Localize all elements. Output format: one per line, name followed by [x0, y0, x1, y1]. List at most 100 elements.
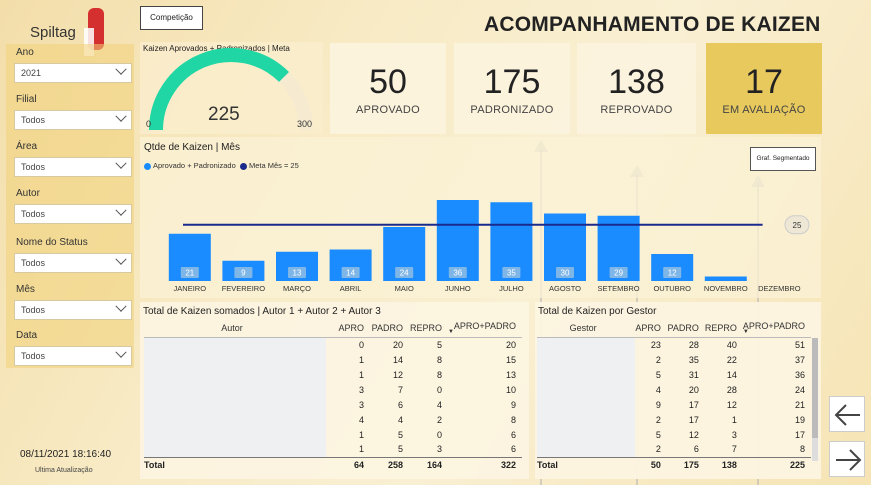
value-cell: 9 — [510, 399, 516, 410]
data-label: 29 — [614, 269, 623, 278]
table-row[interactable]: 2 6 7 8 — [537, 442, 811, 457]
value-cell: 22 — [726, 354, 737, 365]
table-row[interactable]: 5 31 14 36 — [537, 367, 811, 382]
filter-ano-select[interactable]: 2021 — [14, 63, 132, 83]
col-header[interactable]: PADRO — [370, 320, 409, 338]
value-cell: 20 — [688, 384, 699, 395]
filter-mes-select[interactable]: Todos — [14, 300, 132, 320]
col-header[interactable]: Gestor — [537, 320, 636, 338]
filter-area: Área Todos — [6, 138, 134, 184]
filter-data-select[interactable]: Todos — [14, 346, 132, 366]
table-row[interactable]: 4 4 2 8 — [144, 412, 522, 427]
table-title: Total de Kaizen por Gestor — [538, 306, 657, 317]
table-row[interactable]: 3 7 0 10 — [144, 382, 522, 397]
kpi-padronizado: 175 PADRONIZADO — [454, 43, 570, 134]
table-row[interactable]: 5 12 3 17 — [537, 427, 811, 442]
chevron-down-icon — [115, 204, 127, 216]
value-cell: 6 — [397, 399, 403, 410]
name-cell — [144, 352, 326, 367]
filter-value: 2021 — [21, 68, 42, 78]
kpi-label: PADRONIZADO — [470, 104, 554, 116]
col-header[interactable]: Autor — [144, 320, 326, 338]
value-cell: 20 — [505, 339, 516, 350]
value-cell: 8 — [436, 354, 442, 365]
filter-value: Todos — [21, 258, 46, 268]
value-cell: 2 — [436, 414, 442, 425]
table-row[interactable]: 4 20 28 24 — [537, 382, 811, 397]
table-row[interactable]: 1506 — [144, 427, 522, 442]
value-cell: 14 — [726, 369, 737, 380]
table-row[interactable]: 2 17 1 19 — [537, 412, 811, 427]
previous-page-button[interactable] — [829, 396, 865, 432]
col-header[interactable]: PADRO — [666, 320, 705, 338]
autor-table-card: Total de Kaizen somados | Autor 1 + Auto… — [140, 302, 529, 479]
table-row[interactable]: 1 12 8 13 — [144, 367, 522, 382]
filter-data: Data Todos — [6, 327, 134, 373]
chart-bar[interactable] — [704, 276, 747, 282]
filter-filial-select[interactable]: Todos — [14, 110, 132, 130]
value-cell: 1 — [731, 414, 737, 425]
col-header[interactable]: APRO — [635, 320, 667, 338]
value-cell: 17 — [688, 399, 699, 410]
scrollbar-thumb[interactable] — [812, 338, 818, 438]
col-header[interactable]: APRO — [326, 320, 370, 338]
value-cell: 6 — [693, 444, 699, 455]
gauge-min: 0 — [146, 119, 152, 129]
table-row[interactable]: 1 14 8 15 — [144, 352, 522, 367]
value-cell: 20 — [392, 339, 403, 350]
filter-autor-select[interactable]: Todos — [14, 204, 132, 224]
gauge-value: 225 — [208, 104, 240, 125]
col-header[interactable]: REPRO — [409, 320, 448, 338]
name-cell — [537, 442, 636, 457]
value-cell: 15 — [505, 354, 516, 365]
filter-value: Todos — [21, 351, 46, 361]
value-cell: 28 — [688, 339, 699, 350]
filter-autor: Autor Todos — [6, 185, 134, 231]
name-cell — [537, 427, 636, 442]
table-row[interactable]: 9 17 12 21 — [537, 397, 811, 412]
filter-area-select[interactable]: Todos — [14, 157, 132, 177]
total-cell: 322 — [448, 456, 522, 473]
table-scrollbar[interactable] — [812, 338, 818, 461]
value-cell: 1 — [358, 354, 364, 365]
table-row[interactable]: 3 6 4 9 — [144, 397, 522, 412]
value-cell: 12 — [726, 399, 737, 410]
name-cell — [537, 382, 636, 397]
value-cell: 36 — [794, 369, 805, 380]
chevron-down-icon — [115, 300, 127, 312]
value-cell: 0 — [436, 429, 442, 440]
value-cell: 5 — [397, 429, 403, 440]
table-row[interactable]: 2 35 22 37 — [537, 352, 811, 367]
name-cell — [144, 427, 326, 442]
value-cell: 3 — [358, 384, 364, 395]
total-label: Total — [537, 456, 636, 473]
filter-label: Ano — [16, 47, 34, 58]
filter-label: Mês — [16, 284, 35, 295]
value-cell: 28 — [726, 384, 737, 395]
table-title: Total de Kaizen somados | Autor 1 + Auto… — [143, 306, 381, 317]
value-cell: 5 — [397, 444, 403, 455]
value-cell: 3 — [436, 444, 442, 455]
x-tick-label: MARÇO — [283, 284, 311, 293]
last-update-timestamp: 08/11/2021 18:16:40 — [20, 449, 112, 460]
col-header-sorted[interactable]: APRO+PADRO — [448, 320, 522, 338]
col-header[interactable]: REPRO — [704, 320, 743, 338]
value-cell: 17 — [794, 429, 805, 440]
data-label: 14 — [346, 269, 355, 278]
name-cell — [537, 412, 636, 427]
data-label: 30 — [561, 269, 570, 278]
next-page-button[interactable] — [829, 441, 865, 477]
filter-value: Todos — [21, 162, 46, 172]
table-row[interactable]: 23 28 40 51 — [537, 337, 811, 352]
col-header-sorted[interactable]: APRO+PADRO — [742, 320, 811, 338]
x-tick-label: MAIO — [395, 284, 414, 293]
filter-status-select[interactable]: Todos — [14, 253, 132, 273]
meta-label: 25 — [793, 221, 802, 230]
table-row[interactable]: 1536 — [144, 442, 522, 457]
data-label: 21 — [185, 269, 194, 278]
x-tick-label: OUTUBRO — [653, 284, 691, 293]
autor-table: Autor APRO PADRO REPRO APRO+PADRO 020520… — [144, 320, 522, 473]
competicao-button[interactable]: Competição — [140, 6, 203, 30]
arrow-left-icon — [834, 404, 860, 426]
table-row[interactable]: 0 20 5 20 — [144, 337, 522, 352]
